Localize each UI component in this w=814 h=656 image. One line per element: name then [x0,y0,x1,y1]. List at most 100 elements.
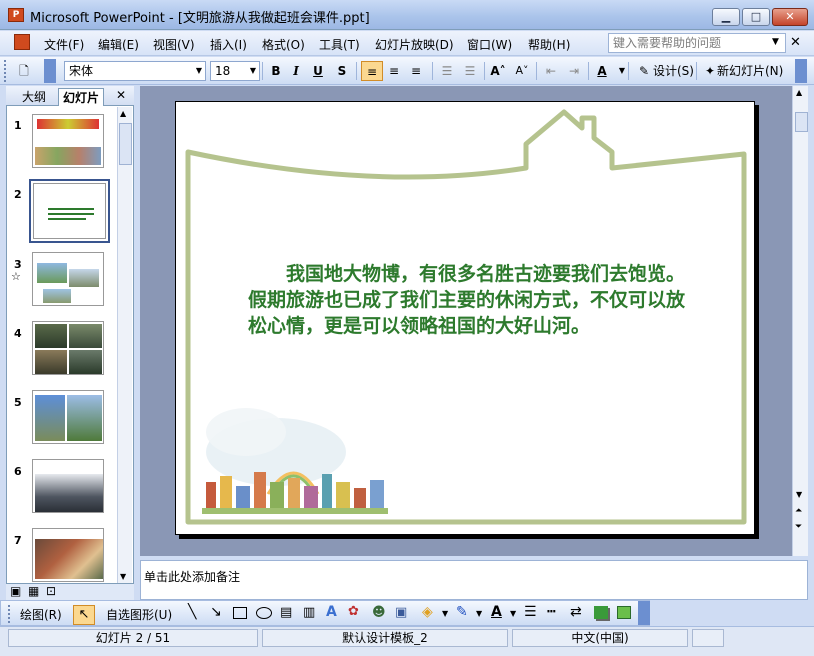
line-tool-icon[interactable]: ╲ [188,604,196,620]
increase-indent-icon[interactable]: ⇥ [564,61,584,81]
diagram-icon[interactable]: ✿ [348,604,359,619]
menu-view[interactable]: 视图(V) [153,36,195,53]
menu-slideshow[interactable]: 幻灯片放映(D) [375,36,454,53]
close-window-button[interactable]: ✕ [772,8,808,26]
toolbar-options-icon[interactable] [44,59,56,83]
thumb-photo [69,269,99,287]
slide-sorter-icon[interactable]: ▦ [28,584,39,598]
font-size-select[interactable]: 18 ▼ [210,61,260,81]
wordart-icon[interactable]: A [326,604,337,620]
align-center-icon[interactable]: ≡ [384,61,404,81]
draw-menu-button[interactable]: 绘图(R) [20,606,62,623]
select-pointer-icon[interactable]: ↖ [73,605,95,625]
italic-button[interactable]: I [286,61,306,81]
align-left-icon[interactable]: ≡ [361,61,383,81]
toolbar-divider [262,62,263,80]
font-size-value: 18 [215,64,231,78]
design-button[interactable]: 设计(S) [653,61,694,81]
shadow-style-icon[interactable] [594,606,608,619]
maximize-button[interactable]: □ [742,8,770,26]
close-pane-button[interactable]: ✕ [116,88,126,102]
notes-pane[interactable] [140,560,808,600]
tab-slides[interactable]: 幻灯片 [58,88,105,106]
document-icon[interactable] [14,34,30,50]
font-color-icon[interactable]: A [491,604,502,620]
menu-edit[interactable]: 编辑(E) [98,36,139,53]
oval-tool-icon[interactable] [256,607,272,619]
font-name-select[interactable]: 宋体 ▼ [64,61,206,81]
scroll-up-icon[interactable]: ▲ [796,88,802,97]
autoshapes-button[interactable]: 自选图形(U) [106,606,172,623]
thumb-photo [67,395,102,441]
toolbar-divider [356,62,357,80]
arrow-style-icon[interactable]: ⇄ [570,604,582,620]
chevron-down-icon[interactable]: ▼ [442,609,448,618]
toolbar-grip[interactable] [8,605,11,623]
decrease-font-icon[interactable]: A˅ [512,61,532,81]
scroll-down-icon[interactable]: ▼ [120,572,126,581]
slide-thumbnail-5[interactable] [32,390,104,444]
chevron-down-icon[interactable]: ▼ [612,61,632,81]
fill-color-icon[interactable]: ◈ [422,604,433,620]
minimize-button[interactable]: ▁ [712,8,740,26]
scrollbar-thumb[interactable] [119,123,132,165]
tab-outline[interactable]: 大纲 [18,88,50,106]
font-color-icon[interactable]: A [592,61,612,81]
bold-button[interactable]: B [266,61,286,81]
menu-window[interactable]: 窗口(W) [467,36,512,53]
slide-vertical-scrollbar[interactable]: ▲ ▼ ⏶ ⏷ [792,86,808,556]
slide-thumbnail-7[interactable] [32,528,104,582]
toolbar-options-icon[interactable] [795,59,807,83]
clipart-icon[interactable]: ☻ [372,605,386,620]
chevron-down-icon[interactable]: ▼ [476,609,482,618]
slides-pane-scrollbar[interactable]: ▲ ▼ [117,107,132,583]
slide-thumbnail-4[interactable] [32,321,104,375]
numbered-list-icon[interactable]: ☰ [437,61,457,81]
chevron-down-icon[interactable]: ▼ [772,37,779,47]
powerpoint-app-icon[interactable]: P [8,8,24,22]
chevron-down-icon[interactable]: ▼ [510,609,516,618]
normal-view-icon[interactable]: ▣ [10,584,21,598]
scrollbar-thumb[interactable] [795,112,808,132]
3d-style-icon[interactable] [617,606,631,619]
slide-body-text[interactable]: 我国地大物博，有很多名胜古迹要我们去饱览。假期旅游也已成了我们主要的休闲方式，不… [248,261,690,339]
menu-tools[interactable]: 工具(T) [319,36,360,53]
scroll-up-icon[interactable]: ▲ [120,109,126,118]
align-right-icon[interactable]: ≡ [406,61,426,81]
bullet-list-icon[interactable]: ☰ [460,61,480,81]
slide-thumbnail-3[interactable] [32,252,104,306]
menu-file[interactable]: 文件(F) [44,36,84,53]
slide-thumbnail-1[interactable] [32,114,104,168]
thumb-photo [35,474,103,512]
slide-thumbnail-6[interactable] [32,459,104,513]
scroll-down-icon[interactable]: ▼ [796,490,802,499]
help-search-input[interactable]: 键入需要帮助的问题 [608,33,786,53]
dash-style-icon[interactable]: ┅ [547,604,555,620]
increase-font-icon[interactable]: A˄ [488,61,508,81]
menu-format[interactable]: 格式(O) [262,36,305,53]
notes-placeholder[interactable]: 单击此处添加备注 [144,568,240,585]
toolbar-grip[interactable] [4,60,7,82]
textbox-tool-icon[interactable]: ▤ [280,605,292,620]
menu-help[interactable]: 帮助(H) [528,36,570,53]
thumb-text-line [48,218,86,220]
line-style-icon[interactable]: ☰ [524,604,537,620]
new-slide-button[interactable]: 新幻灯片(N) [717,61,783,81]
decrease-indent-icon[interactable]: ⇤ [541,61,561,81]
new-document-icon[interactable]: 🗋 [14,61,34,81]
toolbar-options-icon[interactable] [638,601,650,625]
underline-button[interactable]: U [308,61,328,81]
vertical-textbox-icon[interactable]: ▥ [303,605,315,620]
text-shadow-button[interactable]: S [332,61,352,81]
previous-slide-icon[interactable]: ⏶ [795,506,802,516]
slideshow-icon[interactable]: ⊡ [46,584,56,598]
close-document-button[interactable]: ✕ [790,35,801,50]
menu-insert[interactable]: 插入(I) [210,36,247,53]
next-slide-icon[interactable]: ⏷ [795,522,802,532]
arrow-tool-icon[interactable]: ↘ [210,604,222,620]
language-status: 中文(中国) [512,629,688,647]
rectangle-tool-icon[interactable] [233,607,247,619]
insert-picture-icon[interactable]: ▣ [395,605,407,620]
slide-thumbnail-2-selected[interactable] [29,179,110,243]
line-color-icon[interactable]: ✎ [456,604,468,620]
